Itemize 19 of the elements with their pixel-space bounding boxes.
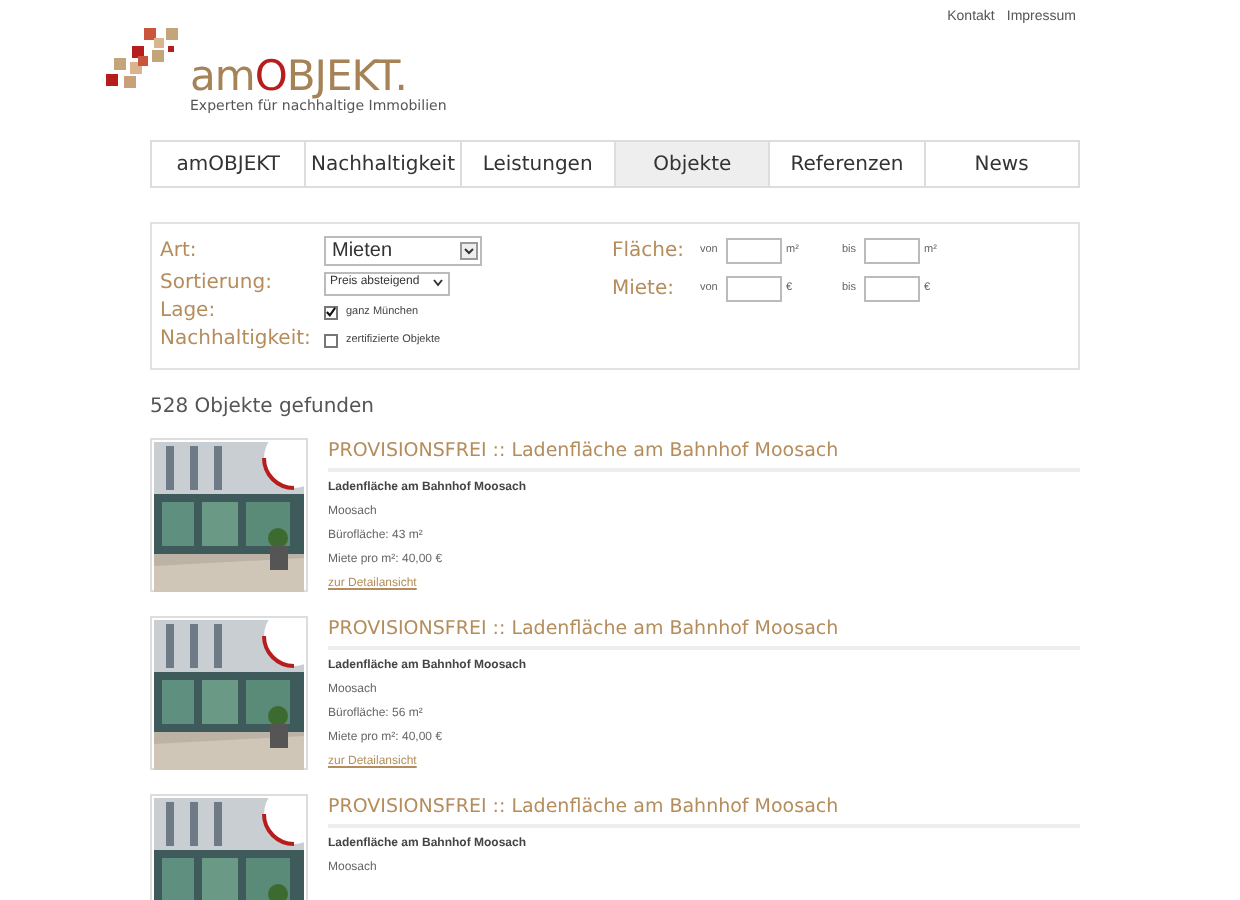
nav-tab[interactable]: Nachhaltigkeit — [304, 142, 460, 186]
filter-label: Nachhaltigkeit: — [160, 326, 313, 354]
nav-tab[interactable]: Objekte — [613, 142, 769, 186]
checkbox[interactable] — [324, 333, 338, 347]
filter-label: Miete: — [612, 276, 677, 304]
filter-label: Lage: — [160, 298, 218, 326]
result-count: 528 Objekte gefunden — [150, 394, 376, 422]
max-input[interactable] — [864, 276, 920, 302]
max-input[interactable] — [864, 238, 920, 264]
min-input[interactable] — [726, 238, 782, 264]
caret-icon — [432, 278, 444, 288]
min-input[interactable] — [726, 276, 782, 302]
dropdown-arrow-icon — [460, 242, 478, 260]
checkbox[interactable] — [324, 305, 338, 319]
filter-label: Fläche: — [612, 238, 687, 266]
logo-wordmark: amOBJEKT. — [188, 56, 407, 98]
filter-label: Art: — [160, 237, 199, 265]
type-select[interactable]: Mieten — [324, 236, 482, 266]
filter-label: Sortierung: — [160, 269, 274, 297]
